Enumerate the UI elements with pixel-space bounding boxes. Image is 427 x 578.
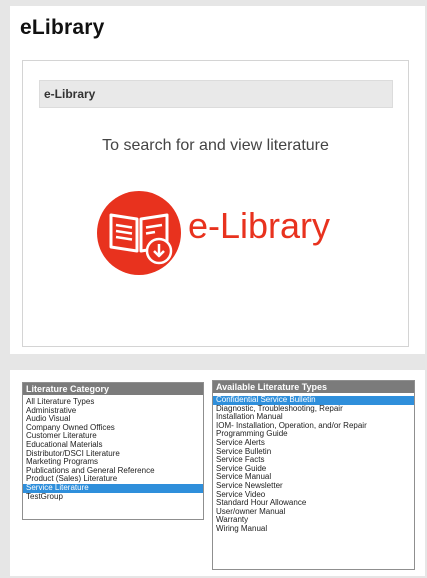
literature-selection-panel: Literature Category All Literature Types… (10, 370, 425, 576)
literature-category-items: All Literature Types Administrative Audio … (23, 395, 203, 501)
literature-type-list-item[interactable]: Confidential Service Bulletin (213, 396, 414, 405)
literature-type-list-item[interactable]: Wiring Manual (213, 525, 414, 534)
category-list-item[interactable]: Administrative (23, 407, 203, 416)
literature-type-list-item[interactable]: Warranty (213, 516, 414, 525)
literature-type-list-item[interactable]: Service Alerts (213, 439, 414, 448)
literature-type-list-item[interactable]: User/owner Manual (213, 508, 414, 517)
category-list-item[interactable]: Service Literature (23, 483, 203, 493)
category-list-item[interactable]: Audio Visual (23, 415, 203, 424)
elibrary-logo-link[interactable]: e-Library (97, 191, 357, 275)
card-header-label: e-Library (44, 87, 96, 101)
literature-type-list-item[interactable]: Service Video (213, 491, 414, 500)
category-list-item[interactable]: Distributor/DSCI Literature (23, 450, 203, 459)
card-header: e-Library (39, 80, 393, 108)
category-list-item[interactable]: Customer Literature (23, 432, 203, 441)
literature-type-list-item[interactable]: Service Guide (213, 465, 414, 474)
literature-type-list-item[interactable]: Standard Hour Allowance (213, 499, 414, 508)
available-types-listbox[interactable]: Available Literature Types Confidential … (212, 380, 415, 570)
category-list-item[interactable]: Educational Materials (23, 441, 203, 450)
logo-text: e-Library (188, 205, 331, 246)
literature-type-list-item[interactable]: Service Facts (213, 456, 414, 465)
category-list-item[interactable]: Company Owned Offices (23, 424, 203, 433)
elibrary-card: e-Library To search for and view literat… (22, 60, 409, 347)
literature-type-list-item[interactable]: Service Bulletin (213, 448, 414, 457)
literature-category-header: Literature Category (23, 383, 203, 395)
category-list-item[interactable]: Product (Sales) Literature (23, 475, 203, 484)
category-list-item[interactable]: Marketing Programs (23, 458, 203, 467)
available-types-items: Confidential Service Bulletin Diagnostic,… (213, 393, 414, 534)
literature-type-list-item[interactable]: Service Newsletter (213, 482, 414, 491)
literature-type-list-item[interactable]: Installation Manual (213, 413, 414, 422)
available-types-header: Available Literature Types (213, 381, 414, 393)
panel-title: eLibrary (20, 16, 105, 39)
elibrary-panel: eLibrary e-Library To search for and vie… (10, 6, 425, 354)
literature-type-list-item[interactable]: Diagnostic, Troubleshooting, Repair (213, 405, 414, 414)
instruction-text: To search for and view literature (102, 137, 329, 154)
literature-category-listbox[interactable]: Literature Category All Literature Types… (22, 382, 204, 520)
category-list-item[interactable]: TestGroup (23, 493, 203, 502)
category-list-item[interactable]: Publications and General Reference (23, 467, 203, 476)
literature-type-list-item[interactable]: Programming Guide (213, 430, 414, 439)
literature-type-list-item[interactable]: IOM- Installation, Operation, and/or Rep… (213, 422, 414, 431)
category-list-item[interactable]: All Literature Types (23, 398, 203, 407)
book-download-icon (97, 191, 181, 275)
literature-type-list-item[interactable]: Service Manual (213, 473, 414, 482)
